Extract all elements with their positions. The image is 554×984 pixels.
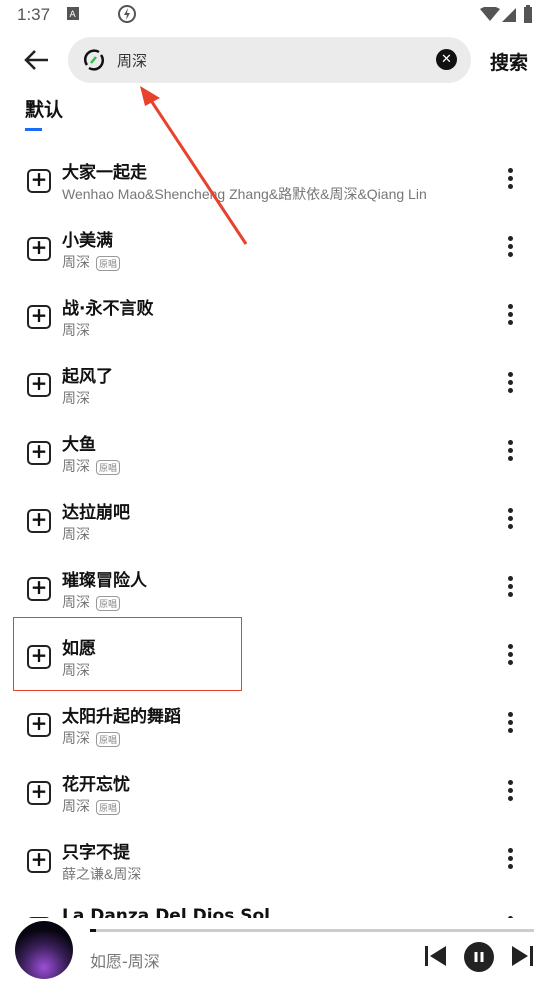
song-title: La Danza Del Dios Sol	[62, 906, 270, 918]
song-title: 达拉崩吧	[62, 503, 130, 523]
more-options-icon[interactable]	[505, 440, 515, 464]
artist-name: 周深	[62, 594, 90, 610]
song-title: 起风了	[62, 367, 113, 387]
original-badge: 原唱	[96, 799, 121, 815]
album-cover[interactable]	[15, 921, 73, 979]
song-artist: 周深 原唱	[62, 728, 121, 748]
more-options-icon[interactable]	[505, 304, 515, 328]
song-title: 大鱼	[62, 435, 96, 455]
song-row[interactable]: + 璀璨冒险人 周深 原唱	[0, 554, 554, 622]
mini-player[interactable]: 如愿-周深	[0, 918, 554, 984]
more-options-icon[interactable]	[505, 848, 515, 872]
add-to-playlist-icon[interactable]: +	[27, 577, 51, 601]
add-to-playlist-icon[interactable]: +	[27, 849, 51, 873]
now-playing-label: 如愿-周深	[90, 952, 160, 971]
song-title: 只字不提	[62, 843, 130, 863]
song-row[interactable]: + 达拉崩吧 周深	[0, 486, 554, 554]
song-title: 花开忘忧	[62, 775, 130, 795]
song-artist: 周深 原唱	[62, 456, 121, 476]
more-options-icon[interactable]	[505, 712, 515, 736]
artist-name: 周深	[62, 458, 90, 474]
song-row[interactable]: + 大鱼 周深 原唱	[0, 418, 554, 486]
song-title: 太阳升起的舞蹈	[62, 707, 181, 727]
song-row[interactable]: + 只字不提 薛之谦&周深	[0, 826, 554, 894]
add-to-playlist-icon[interactable]: +	[27, 305, 51, 329]
add-to-playlist-icon[interactable]: +	[27, 509, 51, 533]
song-row[interactable]: + 花开忘忧 周深 原唱	[0, 758, 554, 826]
add-to-playlist-icon[interactable]: +	[27, 373, 51, 397]
song-artist: 周深	[62, 524, 90, 544]
more-options-icon[interactable]	[505, 576, 515, 600]
artist-name: 周深	[62, 390, 90, 406]
more-options-icon[interactable]	[505, 644, 515, 668]
progress-bar[interactable]	[90, 929, 534, 932]
artist-name: 周深	[62, 322, 90, 338]
more-options-icon[interactable]	[505, 372, 515, 396]
highlight-box-annotation	[13, 617, 242, 691]
red-arrow-annotation	[140, 86, 248, 245]
song-title: 璀璨冒险人	[62, 571, 147, 591]
song-row[interactable]: + 太阳升起的舞蹈 周深 原唱	[0, 690, 554, 758]
artist-name: 周深	[62, 798, 90, 814]
add-to-playlist-icon[interactable]: +	[27, 441, 51, 465]
artist-name: 周深	[62, 526, 90, 542]
pause-icon[interactable]	[463, 941, 495, 973]
add-to-playlist-icon[interactable]: +	[27, 713, 51, 737]
song-artist: 周深 原唱	[62, 592, 121, 612]
next-icon[interactable]	[510, 944, 534, 968]
song-artist: 周深	[62, 320, 90, 340]
original-badge: 原唱	[96, 731, 121, 747]
song-row[interactable]: + 起风了 周深	[0, 350, 554, 418]
previous-icon[interactable]	[424, 944, 448, 968]
song-artist: 薛之谦&周深	[62, 864, 141, 884]
artist-name: 薛之谦&周深	[62, 866, 142, 882]
song-artist: 周深 原唱	[62, 796, 121, 816]
song-row[interactable]: + La Danza Del Dios Sol	[0, 894, 554, 918]
more-options-icon[interactable]	[505, 780, 515, 804]
song-artist: 周深	[62, 388, 90, 408]
more-options-icon[interactable]	[505, 508, 515, 532]
add-to-playlist-icon[interactable]: +	[27, 781, 51, 805]
original-badge: 原唱	[96, 459, 121, 475]
artist-name: 周深	[62, 730, 90, 746]
original-badge: 原唱	[96, 595, 121, 611]
